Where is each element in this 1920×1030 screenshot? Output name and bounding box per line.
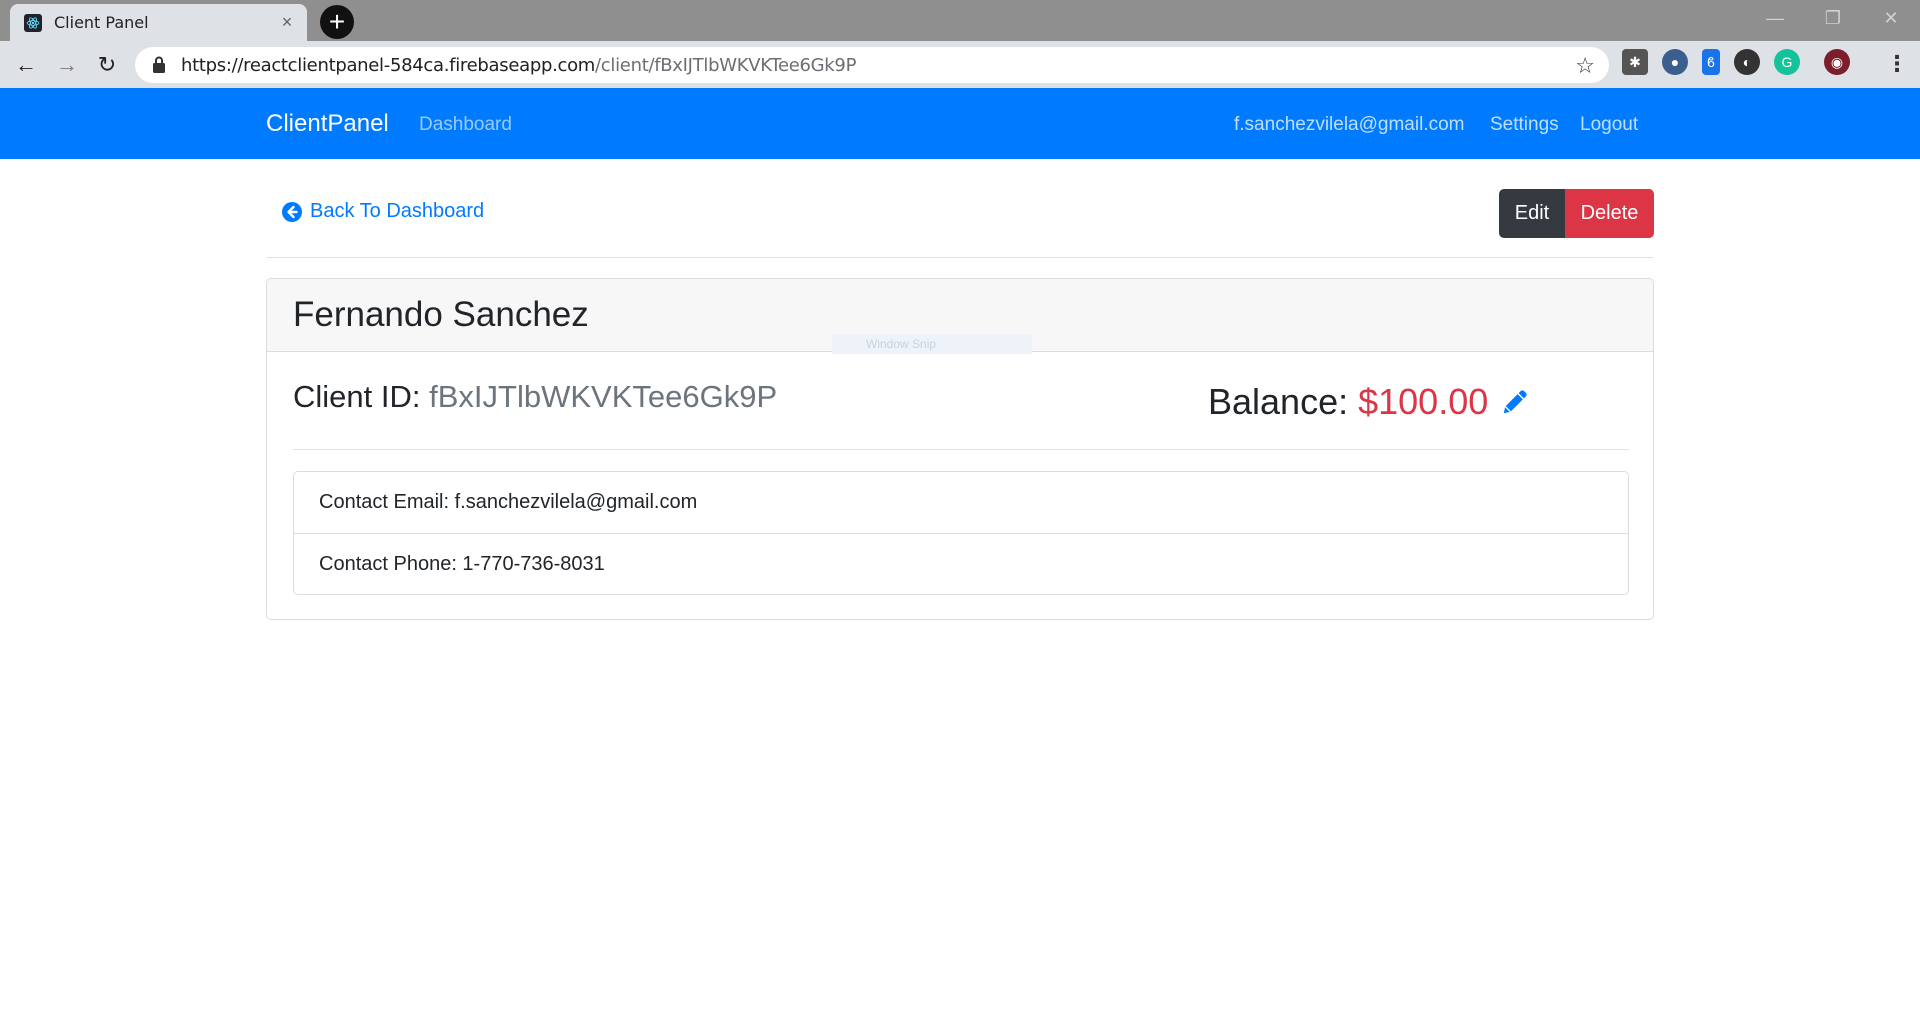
balance-label: Balance:	[1208, 381, 1349, 422]
client-id-value: fBxIJTlbWKVKTee6Gk9P	[429, 379, 778, 414]
contact-list: Contact Email: f.sanchezvilela@gmail.com…	[293, 471, 1629, 595]
list-item-contact-phone: Contact Phone: 1-770-736-8031	[294, 533, 1628, 594]
arrow-circle-left-icon	[282, 201, 302, 222]
window-controls: — ❐ ✕	[1746, 0, 1920, 36]
reload-icon[interactable]: ↻	[91, 49, 123, 81]
minimize-icon[interactable]: —	[1746, 0, 1804, 36]
nav-dashboard-link[interactable]: Dashboard	[419, 114, 512, 136]
nav-settings-link[interactable]: Settings	[1490, 114, 1559, 136]
extensions-area: ✱ ● ϐ ◐ G ◉	[1622, 49, 1864, 75]
pencil-icon[interactable]	[1500, 387, 1530, 417]
close-window-icon[interactable]: ✕	[1862, 0, 1920, 36]
divider	[266, 257, 1654, 258]
client-id: Client ID: fBxIJTlbWKVKTee6Gk9P	[293, 379, 777, 415]
app-navbar: ClientPanel Dashboard f.sanchezvilela@gm…	[0, 88, 1920, 159]
extension-puzzle-icon[interactable]: ✱	[1622, 49, 1648, 75]
delete-button[interactable]: Delete	[1565, 189, 1654, 238]
list-item-contact-email: Contact Email: f.sanchezvilela@gmail.com	[319, 491, 698, 513]
forward-arrow-icon[interactable]: →	[51, 49, 83, 81]
balance-value: $100.00	[1358, 381, 1489, 422]
back-arrow-icon[interactable]: ←	[10, 49, 42, 81]
browser-menu-icon[interactable]: ⋮	[1886, 51, 1908, 77]
url-text: https://reactclientpanel-584ca.firebasea…	[181, 55, 856, 76]
lock-icon	[153, 56, 165, 73]
card-divider	[293, 449, 1629, 450]
profile-avatar-icon[interactable]: ◉	[1824, 49, 1850, 75]
client-id-label: Client ID:	[293, 379, 421, 414]
grammarly-icon[interactable]: G	[1774, 49, 1800, 75]
url-path: /client/fBxIJTlbWKVKTee6Gk9P	[595, 54, 857, 76]
nav-logout-link[interactable]: Logout	[1580, 114, 1638, 136]
back-to-dashboard-link[interactable]: Back To Dashboard	[282, 200, 484, 223]
back-link-label: Back To Dashboard	[310, 200, 485, 222]
bookmark-star-icon[interactable]: ☆	[1575, 53, 1595, 79]
edit-button[interactable]: Edit	[1499, 189, 1565, 238]
client-card: Fernando Sanchez Window Snip Client ID: …	[266, 278, 1654, 620]
browser-toolbar: ← → ↻ https://reactclientpanel-584ca.fir…	[0, 41, 1920, 88]
tab-title: Client Panel	[54, 13, 149, 32]
extension-circle-icon[interactable]: ●	[1662, 49, 1688, 75]
extension-dark-icon[interactable]: ◐	[1734, 49, 1760, 75]
tab-close-icon[interactable]: ×	[277, 12, 297, 33]
react-favicon-icon	[24, 13, 42, 32]
url-host: https://reactclientpanel-584ca.firebasea…	[181, 54, 596, 76]
browser-tab[interactable]: Client Panel ×	[10, 4, 307, 41]
extension-blue-icon[interactable]: ϐ	[1702, 49, 1720, 75]
brand-link[interactable]: ClientPanel	[266, 110, 389, 138]
client-actions: Edit Delete	[1499, 189, 1654, 238]
address-bar[interactable]: https://reactclientpanel-584ca.firebasea…	[135, 47, 1609, 83]
browser-tab-bar: Client Panel × + — ❐ ✕	[0, 0, 1920, 41]
new-tab-button[interactable]: +	[320, 5, 354, 39]
client-name: Fernando Sanchez	[293, 295, 589, 334]
nav-user-email[interactable]: f.sanchezvilela@gmail.com	[1234, 114, 1465, 136]
client-balance: Balance: $100.00	[1208, 381, 1530, 423]
window-snip-overlay: Window Snip	[832, 334, 1032, 354]
restore-icon[interactable]: ❐	[1804, 0, 1862, 36]
